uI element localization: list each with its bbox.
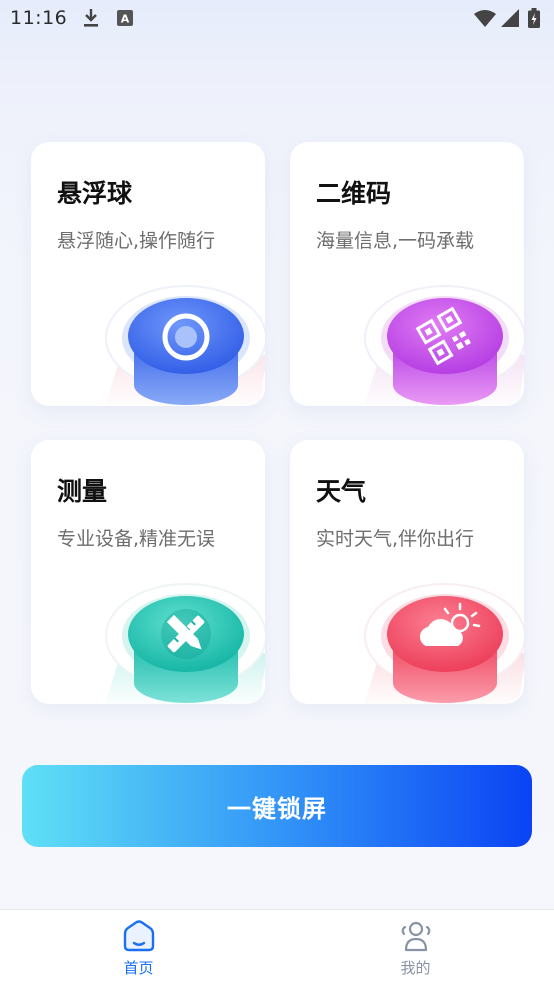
nav-item-mine[interactable]: 我的 bbox=[277, 910, 554, 985]
card-title: 测量 bbox=[57, 477, 108, 506]
card-title: 悬浮球 bbox=[57, 179, 133, 208]
card-subtitle: 悬浮随心,操作随行 bbox=[57, 230, 216, 252]
svg-text:A: A bbox=[121, 13, 130, 26]
card-title: 天气 bbox=[316, 477, 367, 506]
card-subtitle: 海量信息,一码承载 bbox=[316, 230, 475, 252]
card-subtitle: 专业设备,精准无误 bbox=[57, 528, 216, 550]
nav-label-home: 首页 bbox=[123, 959, 154, 977]
bottom-nav: 首页 我的 bbox=[0, 909, 554, 985]
card-title: 二维码 bbox=[316, 179, 392, 208]
card-floating-ball[interactable]: 悬浮球 悬浮随心,操作随行 bbox=[31, 142, 265, 406]
ruler-pencil-icon bbox=[161, 609, 211, 659]
card-qr-code[interactable]: 二维码 海量信息,一码承载 bbox=[290, 142, 524, 406]
card-subtitle: 实时天气,伴你出行 bbox=[316, 528, 475, 550]
nav-label-mine: 我的 bbox=[400, 959, 431, 977]
a-notification-icon: A bbox=[117, 10, 133, 26]
weather-illustration bbox=[364, 583, 524, 704]
card-weather[interactable]: 天气 实时天气,伴你出行 bbox=[290, 440, 524, 704]
nav-item-home[interactable]: 首页 bbox=[0, 910, 277, 985]
battery-icon bbox=[528, 8, 540, 28]
status-bar: 11:16 A bbox=[0, 0, 554, 36]
floating-ball-illustration bbox=[105, 285, 265, 406]
card-measurement[interactable]: 测量 专业设备,精准无误 bbox=[31, 440, 265, 704]
one-tap-lock-screen-button[interactable]: 一键锁屏 bbox=[22, 765, 532, 847]
qr-code-illustration bbox=[364, 285, 524, 406]
measurement-illustration bbox=[105, 583, 265, 704]
download-icon bbox=[84, 9, 98, 27]
signal-icon bbox=[501, 9, 519, 27]
status-time: 11:16 bbox=[10, 7, 68, 29]
home-icon bbox=[123, 920, 155, 952]
profile-icon bbox=[401, 921, 431, 952]
wifi-icon bbox=[474, 10, 496, 27]
